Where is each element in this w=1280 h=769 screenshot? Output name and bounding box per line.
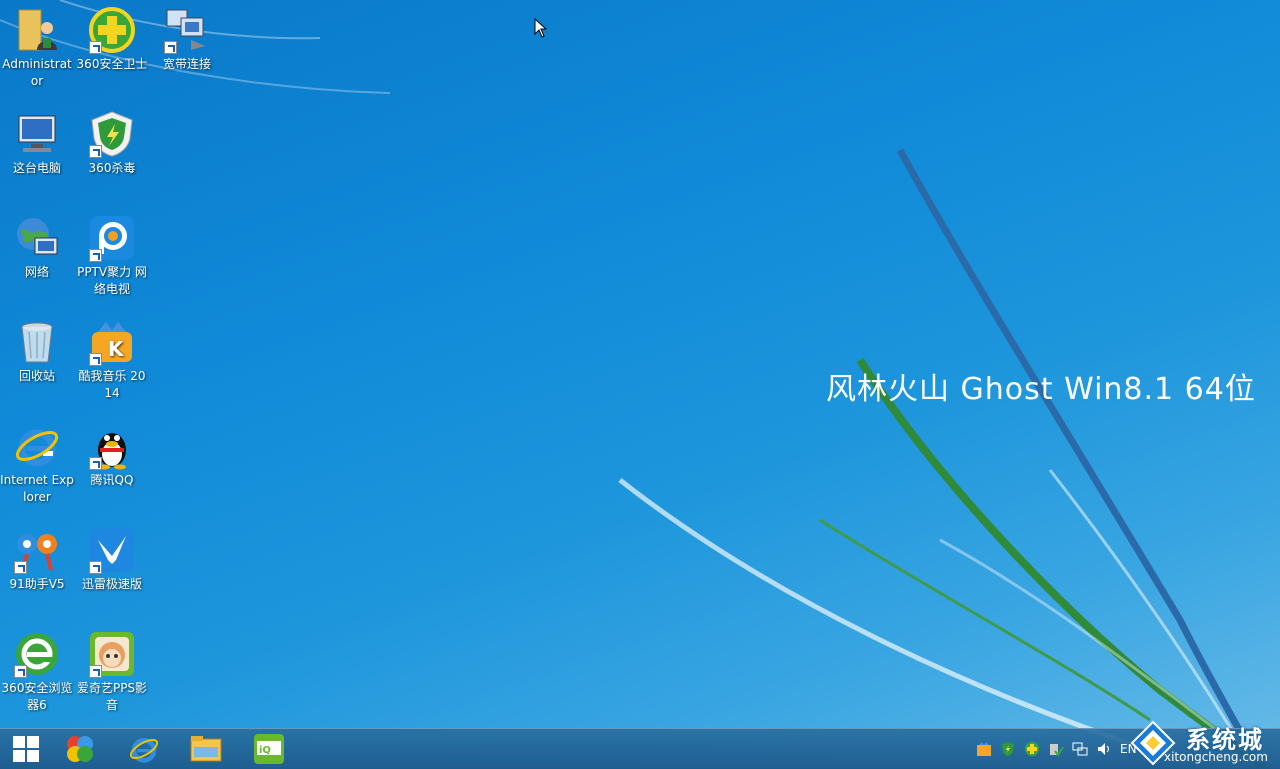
iqiyi-pps-icon bbox=[88, 630, 136, 678]
taskbar-360-app-button[interactable] bbox=[54, 731, 106, 767]
desktop-icon-label: 爱奇艺PPS影音 bbox=[76, 681, 148, 712]
desktop-icon-label: 360杀毒 bbox=[88, 161, 136, 175]
taskbar-file-explorer-button[interactable] bbox=[180, 731, 232, 767]
watermark-url: xitongcheng.com bbox=[1164, 750, 1268, 764]
desktop-icon-label: Administrator bbox=[2, 57, 72, 88]
desktop-icon-this-pc[interactable]: 这台电脑 bbox=[0, 106, 74, 177]
desktop-icon-xunlei[interactable]: 迅雷极速版 bbox=[75, 522, 149, 593]
network-tray-icon[interactable] bbox=[1072, 741, 1088, 757]
shortcut-arrow-icon bbox=[89, 249, 102, 262]
desktop-icon-label: PPTV聚力 网络电视 bbox=[77, 265, 147, 296]
desktop-icon-network[interactable]: 网络 bbox=[0, 210, 74, 281]
360-safe-tray-icon[interactable] bbox=[1024, 741, 1040, 757]
shortcut-arrow-icon bbox=[89, 145, 102, 158]
internet-explorer-icon bbox=[129, 738, 159, 763]
internet-explorer-icon bbox=[13, 422, 61, 470]
broadband-icon bbox=[163, 6, 211, 54]
desktop-icon-administrator[interactable]: Administrator bbox=[0, 2, 74, 90]
360-antivirus-icon bbox=[88, 110, 136, 158]
shortcut-arrow-icon bbox=[164, 41, 177, 54]
360-app-icon bbox=[67, 736, 93, 762]
desktop-icon-internet-explorer[interactable]: Internet Explorer bbox=[0, 418, 74, 506]
91-assistant-icon bbox=[13, 526, 61, 574]
desktop-icon-label: 迅雷极速版 bbox=[81, 577, 142, 591]
desktop-icon-label: Internet Explorer bbox=[0, 473, 74, 504]
mouse-cursor-icon bbox=[534, 18, 548, 38]
file-explorer-icon bbox=[190, 736, 222, 762]
desktop-icon-label: 91助手V5 bbox=[9, 577, 65, 591]
network-icon bbox=[13, 214, 61, 262]
shortcut-arrow-icon bbox=[89, 41, 102, 54]
shortcut-arrow-icon bbox=[14, 665, 27, 678]
desktop-icon-label: 回收站 bbox=[18, 369, 55, 383]
desktop-icon-label: 360安全浏览器6 bbox=[1, 681, 73, 712]
desktop-icon-label: 网络 bbox=[24, 265, 49, 279]
taskbar-iqiyi-button[interactable]: iQ bbox=[243, 731, 295, 767]
volume-icon[interactable] bbox=[1096, 741, 1112, 757]
watermark-logo: 系统城 xitongcheng.com bbox=[1128, 716, 1278, 768]
pptv-icon bbox=[88, 214, 136, 262]
desktop-icon-pptv[interactable]: PPTV聚力 网络电视 bbox=[75, 210, 149, 298]
taskbar-ie-button[interactable] bbox=[118, 731, 170, 767]
folder-user-icon bbox=[13, 6, 61, 54]
shortcut-arrow-icon bbox=[89, 353, 102, 366]
desktop-icon-label: 这台电脑 bbox=[12, 161, 61, 175]
desktop-icon-label: 腾讯QQ bbox=[90, 473, 134, 487]
desktop-icon-label: 宽带连接 bbox=[162, 57, 211, 71]
wallpaper-brand-text: 风林火山 Ghost Win8.1 64位 bbox=[826, 372, 1256, 407]
taskbar: iQ EN bbox=[0, 728, 1280, 769]
computer-icon bbox=[13, 110, 61, 158]
desktop-icon-360av[interactable]: 360杀毒 bbox=[75, 106, 149, 177]
xunlei-icon bbox=[88, 526, 136, 574]
desktop-icon-qq[interactable]: 腾讯QQ bbox=[75, 418, 149, 489]
360-antivirus-tray-icon[interactable] bbox=[1000, 741, 1016, 757]
system-tray: EN bbox=[976, 739, 1137, 759]
desktop-icon-91[interactable]: 91助手V5 bbox=[0, 522, 74, 593]
recycle-bin-icon bbox=[13, 318, 61, 366]
shortcut-arrow-icon bbox=[14, 561, 27, 574]
shortcut-arrow-icon bbox=[89, 561, 102, 574]
shortcut-arrow-icon bbox=[89, 665, 102, 678]
svg-text:iQ: iQ bbox=[259, 745, 271, 756]
kuwo-music-icon: K bbox=[88, 318, 136, 366]
shortcut-arrow-icon bbox=[89, 457, 102, 470]
360-safe-icon bbox=[88, 6, 136, 54]
kuwo-tray-icon[interactable] bbox=[976, 741, 992, 757]
svg-text:K: K bbox=[108, 337, 125, 361]
desktop-icon-recycle-bin[interactable]: 回收站 bbox=[0, 314, 74, 385]
windows-start-icon bbox=[13, 736, 39, 762]
iqiyi-icon: iQ bbox=[254, 734, 284, 764]
desktop-icon-pps[interactable]: 爱奇艺PPS影音 bbox=[75, 626, 149, 714]
desktop-icon-broadband[interactable]: 宽带连接 bbox=[150, 2, 224, 73]
qq-penguin-icon bbox=[88, 422, 136, 470]
desktop-icon-label: 360安全卫士 bbox=[76, 57, 148, 71]
start-button[interactable] bbox=[0, 731, 52, 767]
desktop-icon-360browser[interactable]: 360安全浏览器6 bbox=[0, 626, 74, 714]
desktop-icon-label: 酷我音乐 2014 bbox=[78, 369, 146, 400]
safe-remove-hardware-icon[interactable] bbox=[1048, 741, 1064, 757]
360-browser-icon bbox=[13, 630, 61, 678]
desktop-icon-kuwo[interactable]: K 酷我音乐 2014 bbox=[75, 314, 149, 402]
desktop-icon-360safe[interactable]: 360安全卫士 bbox=[75, 2, 149, 73]
